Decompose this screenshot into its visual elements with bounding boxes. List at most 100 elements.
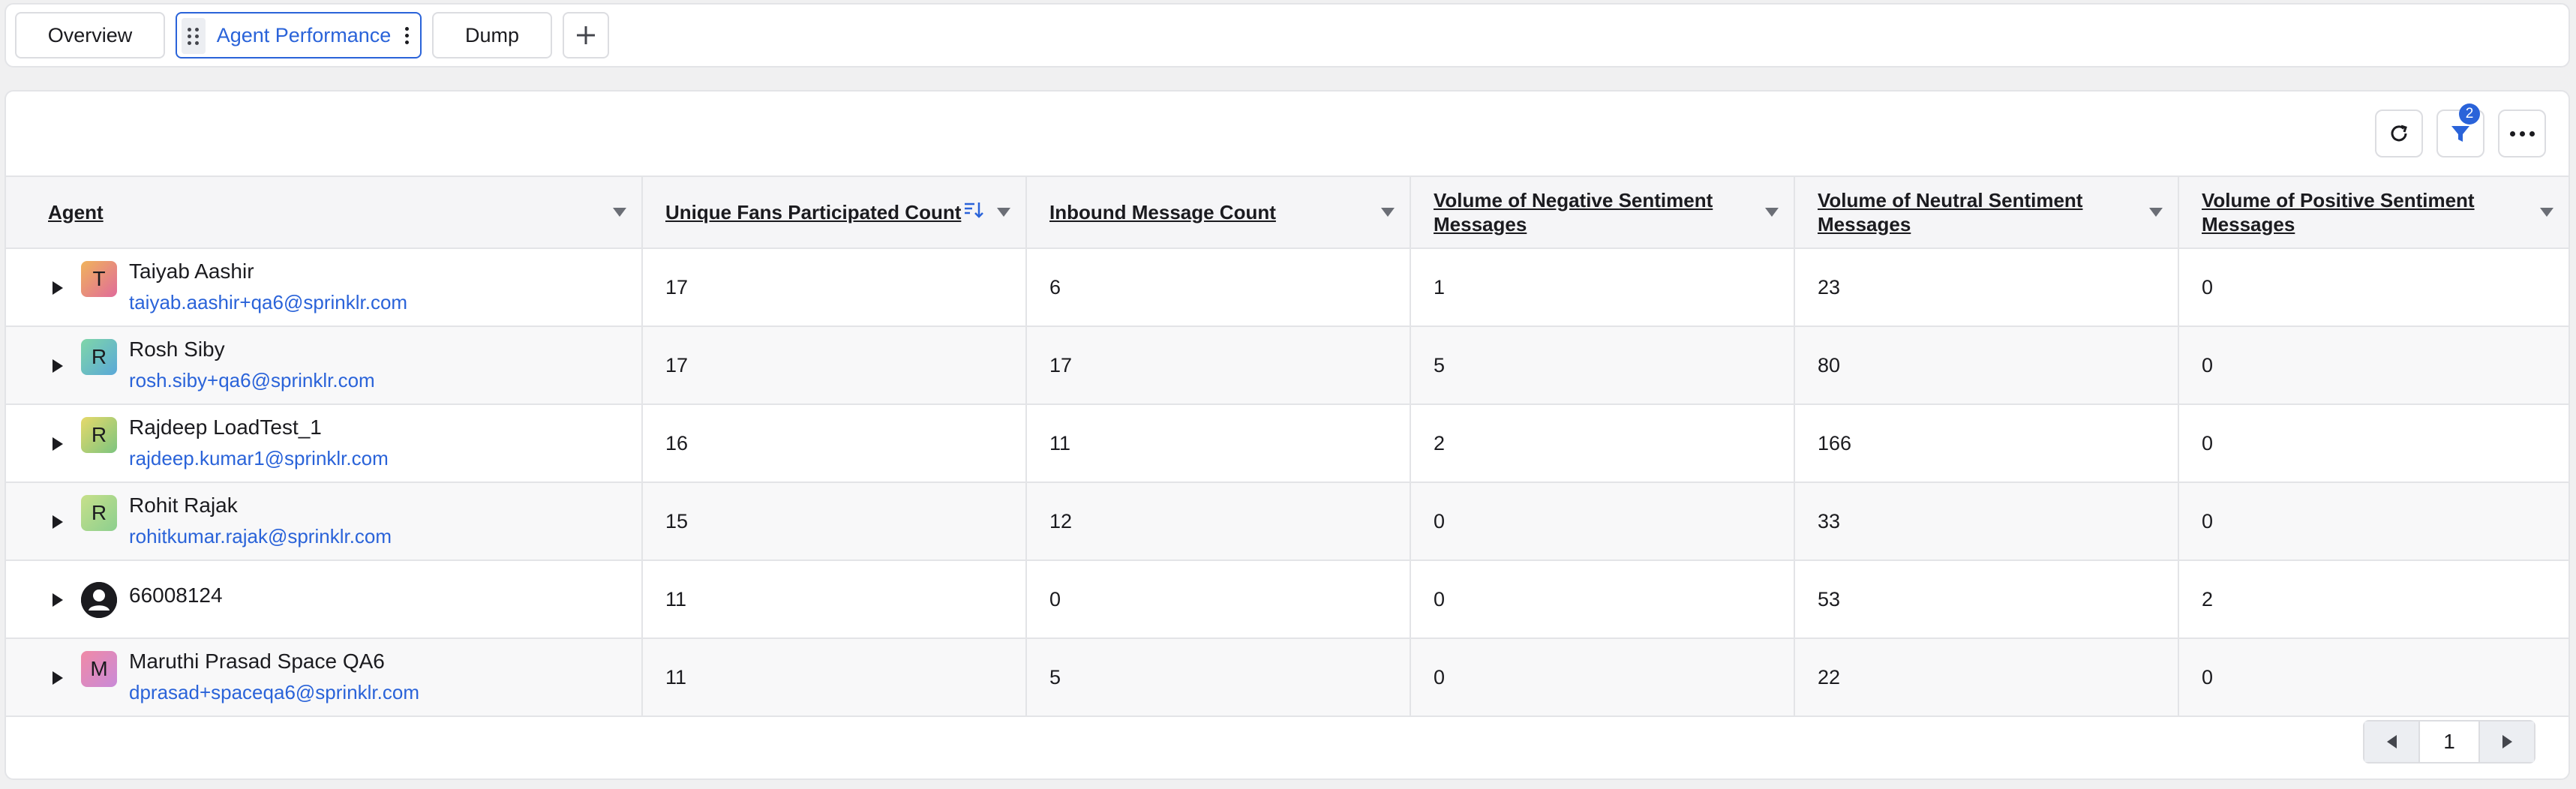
expand-row-icon[interactable] [53, 593, 63, 607]
positive-count-cell: 0 [2178, 248, 2568, 327]
column-header-negative[interactable]: Volume of Negative Sentiment Messages [1410, 176, 1795, 249]
add-tab-button[interactable] [563, 12, 609, 58]
agent-email[interactable]: dprasad+spaceqa6@sprinklr.com [129, 681, 419, 704]
inbound-count-cell: 0 [1026, 560, 1411, 639]
positive-count-cell: 2 [2178, 560, 2568, 639]
negative-count-cell: 0 [1410, 560, 1795, 639]
tab-label: Overview [47, 23, 133, 46]
agent-cell: 66008124 [6, 560, 643, 639]
fans-count-cell: 17 [642, 248, 1027, 327]
negative-count-cell: 1 [1410, 248, 1795, 327]
negative-count-cell: 0 [1410, 482, 1795, 561]
agent-performance-table: Agent Unique Fans Participated Count Inb… [6, 176, 2568, 717]
table-row: R Rajdeep LoadTest_1 rajdeep.kumar1@spri… [6, 404, 2568, 483]
agent-email[interactable]: taiyab.aashir+qa6@sprinklr.com [129, 291, 407, 314]
more-horizontal-icon [2508, 130, 2537, 136]
positive-count-cell: 0 [2178, 638, 2568, 717]
negative-count-cell: 0 [1410, 638, 1795, 717]
column-menu-icon[interactable] [997, 208, 1010, 217]
inbound-count-cell: 17 [1026, 326, 1411, 405]
column-menu-icon[interactable] [1381, 208, 1395, 217]
agent-name: Rajdeep LoadTest_1 [129, 416, 322, 439]
table-row: R Rosh Siby rosh.siby+qa6@sprinklr.com 1… [6, 326, 2568, 405]
tab-options-icon[interactable] [399, 14, 414, 57]
neutral-count-cell: 53 [1794, 560, 2179, 639]
column-header-unique-fans[interactable]: Unique Fans Participated Count [642, 176, 1027, 249]
more-options-button[interactable] [2498, 110, 2546, 158]
expand-row-icon[interactable] [53, 281, 63, 295]
agent-email[interactable]: rosh.siby+qa6@sprinklr.com [129, 369, 375, 392]
table-row: R Rohit Rajak rohitkumar.rajak@sprinklr.… [6, 482, 2568, 561]
column-header-positive[interactable]: Volume of Positive Sentiment Messages [2178, 176, 2568, 249]
plus-icon [577, 26, 595, 44]
agent-cell: R Rosh Siby rosh.siby+qa6@sprinklr.com [6, 326, 643, 405]
agent-email[interactable]: rohitkumar.rajak@sprinklr.com [129, 525, 392, 548]
avatar: R [81, 339, 117, 375]
fans-count-cell: 15 [642, 482, 1027, 561]
table-row: T Taiyab Aashir taiyab.aashir+qa6@sprink… [6, 248, 2568, 327]
agent-name: Rosh Siby [129, 338, 225, 361]
column-menu-icon[interactable] [2540, 208, 2553, 217]
column-header-inbound[interactable]: Inbound Message Count [1026, 176, 1411, 249]
expand-row-icon[interactable] [53, 359, 63, 373]
agent-email[interactable]: rajdeep.kumar1@sprinklr.com [129, 447, 389, 470]
table-row: 66008124 11 0 0 53 2 [6, 560, 2568, 639]
neutral-count-cell: 33 [1794, 482, 2179, 561]
agent-cell: T Taiyab Aashir taiyab.aashir+qa6@sprink… [6, 248, 643, 327]
filter-count-badge: 2 [2459, 104, 2480, 124]
widget-toolbar: 2 [2361, 104, 2546, 158]
filter-button[interactable]: 2 [2436, 104, 2484, 158]
positive-count-cell: 0 [2178, 326, 2568, 405]
previous-page-button[interactable] [2364, 722, 2420, 762]
refresh-icon [2391, 124, 2407, 142]
agent-name: Maruthi Prasad Space QA6 [129, 650, 385, 673]
pagination: 1 [2363, 720, 2535, 764]
sort-descending-icon[interactable] [962, 200, 983, 220]
column-header-neutral[interactable]: Volume of Neutral Sentiment Messages [1794, 176, 2179, 249]
positive-count-cell: 0 [2178, 482, 2568, 561]
drag-handle-icon[interactable] [182, 18, 206, 54]
neutral-count-cell: 23 [1794, 248, 2179, 327]
neutral-count-cell: 166 [1794, 404, 2179, 483]
agent-name: Taiyab Aashir [129, 260, 254, 283]
dashboard-tab-bar: Overview Agent Performance Dump [5, 3, 2570, 68]
agent-cell: R Rajdeep LoadTest_1 rajdeep.kumar1@spri… [6, 404, 643, 483]
tab-overview[interactable]: Overview [15, 12, 165, 58]
negative-count-cell: 2 [1410, 404, 1795, 483]
column-menu-icon[interactable] [613, 208, 626, 217]
fans-count-cell: 16 [642, 404, 1027, 483]
column-header-agent[interactable]: Agent [6, 176, 643, 249]
fans-count-cell: 11 [642, 638, 1027, 717]
neutral-count-cell: 80 [1794, 326, 2179, 405]
inbound-count-cell: 6 [1026, 248, 1411, 327]
avatar: M [81, 651, 117, 687]
agent-name: 66008124 [129, 584, 223, 607]
filter-icon [2451, 126, 2469, 142]
expand-row-icon[interactable] [53, 437, 63, 451]
inbound-count-cell: 12 [1026, 482, 1411, 561]
fans-count-cell: 17 [642, 326, 1027, 405]
column-menu-icon[interactable] [2149, 208, 2163, 217]
refresh-button[interactable] [2375, 110, 2423, 158]
expand-row-icon[interactable] [53, 515, 63, 529]
positive-count-cell: 0 [2178, 404, 2568, 483]
inbound-count-cell: 11 [1026, 404, 1411, 483]
table-row: M Maruthi Prasad Space QA6 dprasad+space… [6, 638, 2568, 717]
negative-count-cell: 5 [1410, 326, 1795, 405]
agent-name: Rohit Rajak [129, 494, 238, 517]
fans-count-cell: 11 [642, 560, 1027, 639]
user-placeholder-icon [81, 582, 117, 618]
avatar: R [81, 417, 117, 453]
tab-dump[interactable]: Dump [432, 12, 552, 58]
avatar: R [81, 495, 117, 531]
column-menu-icon[interactable] [1765, 208, 1779, 217]
agent-cell: M Maruthi Prasad Space QA6 dprasad+space… [6, 638, 643, 717]
inbound-count-cell: 5 [1026, 638, 1411, 717]
widget-panel: 2 Agent Unique Fans Participated Count I… [5, 90, 2570, 780]
expand-row-icon[interactable] [53, 671, 63, 685]
next-page-button[interactable] [2478, 722, 2534, 762]
tab-label: Agent Performance [216, 23, 392, 46]
tab-label: Dump [464, 23, 520, 46]
agent-cell: R Rohit Rajak rohitkumar.rajak@sprinklr.… [6, 482, 643, 561]
tab-agent-performance[interactable]: Agent Performance [176, 12, 422, 58]
